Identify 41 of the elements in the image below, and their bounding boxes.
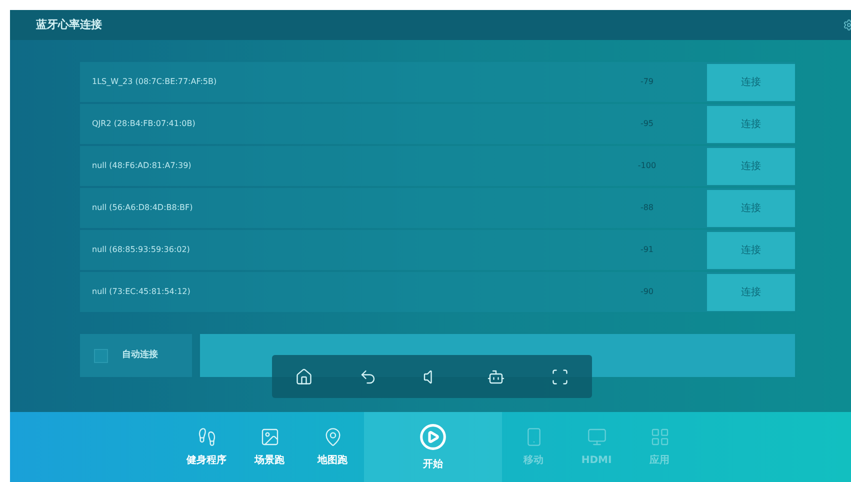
connect-button[interactable]: 连接: [707, 148, 795, 184]
window-title: 蓝牙心率连接: [36, 16, 102, 33]
device-name: QJR2 (28:B4:FB:07:41:0B): [92, 118, 196, 130]
connect-button[interactable]: 连接: [707, 106, 795, 142]
device-row[interactable]: null (73:EC:45:81:54:12) -90 连接: [80, 272, 795, 312]
signal-strength: -90: [639, 286, 655, 298]
auto-connect-option[interactable]: 自动连接: [80, 334, 192, 377]
robot-icon[interactable]: [487, 368, 505, 386]
device-row[interactable]: QJR2 (28:B4:FB:07:41:0B) -95 连接: [80, 104, 795, 144]
dock-item[interactable]: 场景跑: [238, 412, 301, 482]
signal-strength: -91: [639, 244, 655, 256]
device-row[interactable]: null (48:F6:AD:81:A7:39) -100 连接: [80, 146, 795, 186]
checkbox[interactable]: [94, 348, 108, 362]
connect-button[interactable]: 连接: [707, 190, 795, 226]
connect-button[interactable]: 连接: [707, 64, 795, 100]
device-name: null (73:EC:45:81:54:12): [92, 286, 192, 298]
play-icon: [419, 422, 447, 450]
connect-button[interactable]: 连接: [707, 274, 795, 310]
device-name: 1LS_W_23 (08:7C:BE:77:AF:5B): [92, 76, 218, 88]
device-row[interactable]: null (68:85:93:59:36:02) -91 连接: [80, 230, 795, 270]
dock-item[interactable]: 地图跑: [301, 412, 364, 482]
grid-icon: [650, 426, 670, 446]
dock-item[interactable]: 健身程序: [175, 412, 238, 482]
device-name: null (68:85:93:59:36:02): [92, 244, 191, 256]
device-row[interactable]: null (56:A6:D8:4D:B8:BF) -88 连接: [80, 188, 795, 228]
signal-strength: -88: [639, 202, 655, 214]
home-icon[interactable]: [295, 368, 313, 386]
signal-strength: -100: [636, 160, 658, 172]
image-icon: [260, 426, 280, 446]
signal-strength: -95: [639, 118, 655, 130]
auto-connect-label: 自动连接: [122, 348, 158, 362]
fullscreen-icon[interactable]: [551, 368, 569, 386]
device-name: null (56:A6:D8:4D:B8:BF): [92, 202, 194, 214]
signal-strength: -79: [639, 76, 655, 88]
back-icon[interactable]: [359, 368, 377, 386]
device-row[interactable]: 1LS_W_23 (08:7C:BE:77:AF:5B) -79 连接: [80, 62, 795, 102]
map-pin-icon: [322, 426, 342, 446]
dock-item[interactable]: 开始: [364, 412, 502, 482]
monitor-icon: [586, 426, 606, 446]
connect-button[interactable]: 连接: [707, 232, 795, 268]
device-name: null (48:F6:AD:81:A7:39): [92, 160, 192, 172]
